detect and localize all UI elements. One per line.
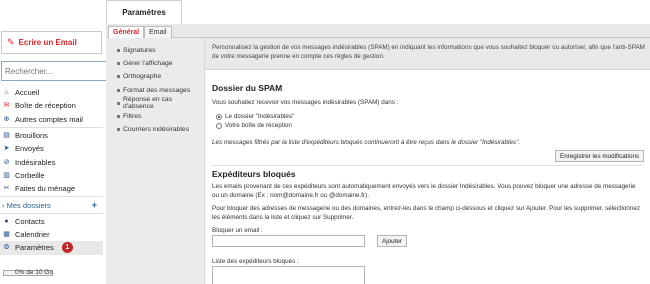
nav-item-cleanup[interactable]: ✂ Faites du ménage <box>0 182 103 195</box>
nav-item-trash[interactable]: ▥ Corbeille <box>0 169 103 182</box>
step-badge-1: 1 <box>61 242 73 254</box>
trash-icon: ▥ <box>3 171 10 179</box>
search-input[interactable] <box>1 61 115 81</box>
save-changes-button[interactable]: Enregistrer les modifications <box>555 150 645 162</box>
radio-label: Votre boîte de réception <box>225 122 292 129</box>
settings-item-autoreply[interactable]: Réponse en cas d'absence <box>106 96 204 111</box>
left-sidebar: ✎ Ecrire un Email ⌂ Accueil ✉ Boîte de r… <box>0 0 125 284</box>
settings-menu: Signatures Gérer l'affichage Orthographe… <box>106 38 204 284</box>
bullet-icon <box>117 62 120 66</box>
spam-question: Vous souhaitez recevoir vos messages ind… <box>212 99 399 106</box>
nav-item-contacts[interactable]: ● Contacts <box>0 215 103 228</box>
nav-label: Accueil <box>15 88 40 98</box>
settings-item-label: Réponse en cas d'absence <box>122 96 173 111</box>
nav-label: Brouillons <box>15 131 48 141</box>
nav-label: Paramètres <box>15 243 54 253</box>
nav-label: Envoyés <box>15 144 44 154</box>
bullet-icon <box>117 101 120 105</box>
bullet-icon <box>117 88 120 92</box>
add-circle-icon: ⊕ <box>3 115 10 123</box>
contacts-icon: ● <box>4 217 9 225</box>
nav-divider <box>0 126 103 128</box>
calendar-icon: ▦ <box>3 231 10 239</box>
nav-item-sent[interactable]: ➤ Envoyés <box>0 142 103 155</box>
nav-label: Corbeille <box>15 170 45 180</box>
main-area: Paramètres Général Email Signatures Gére… <box>106 0 650 284</box>
settings-item-filters[interactable]: Filtres <box>106 110 204 123</box>
my-folders-label: Mes dossiers <box>6 200 51 210</box>
nav-item-inbox[interactable]: ✉ Boîte de réception <box>0 99 103 112</box>
nav-item-calendar[interactable]: ▦ Calendrier <box>0 228 103 241</box>
home-icon: ⌂ <box>4 89 9 97</box>
blocked-description-1: Les emails provenant de ces expéditeurs … <box>212 183 636 199</box>
storage-quota: 0% de 10 Go <box>3 268 101 278</box>
envelope-icon: ✉ <box>3 102 10 110</box>
settings-item-display[interactable]: Gérer l'affichage <box>106 57 204 70</box>
add-button[interactable]: Ajouter <box>377 235 407 247</box>
nav-label: Indésirables <box>15 157 56 167</box>
bullet-icon <box>117 49 120 53</box>
add-folder-icon[interactable]: + <box>92 200 97 210</box>
info-banner: Personnalisez la gestion de vos messages… <box>205 38 650 70</box>
settings-item-format[interactable]: Format des messages <box>106 84 204 97</box>
radio-label: Le dossier "Indésirables" <box>225 113 295 120</box>
nav-label: Faites du ménage <box>15 184 76 194</box>
section-divider <box>212 165 642 166</box>
nav-divider <box>0 212 103 214</box>
nav-item-my-folders[interactable]: › Mes dossiers + <box>0 198 103 211</box>
settings-item-label: Gérer l'affichage <box>123 60 173 68</box>
radio-spam-folder[interactable]: Le dossier "Indésirables" <box>216 113 294 120</box>
pencil-icon: ✎ <box>7 37 15 47</box>
settings-item-label: Format des messages <box>123 86 191 94</box>
webmail-app: ✎ Ecrire un Email ⌂ Accueil ✉ Boîte de r… <box>0 0 650 284</box>
tab-general[interactable]: Général <box>108 26 145 38</box>
nav-item-other-accounts[interactable]: ⊕ Autres comptes mail <box>0 113 103 126</box>
compose-button[interactable]: ✎ Ecrire un Email <box>1 31 102 54</box>
compose-label: Ecrire un Email <box>18 38 77 47</box>
nav-item-spam[interactable]: ⊘ Indésirables <box>0 155 103 168</box>
nav-label: Autres comptes mail <box>15 114 83 124</box>
nav-item-accueil[interactable]: ⌂ Accueil <box>0 86 103 99</box>
bullet-icon <box>117 75 120 79</box>
block-email-input[interactable] <box>212 235 365 247</box>
top-bar: Paramètres <box>106 0 650 24</box>
radio-selected-icon <box>216 113 222 120</box>
nav-item-drafts[interactable]: ▤ Brouillons <box>0 129 103 142</box>
bullet-icon <box>117 115 120 119</box>
nav-divider <box>0 196 103 198</box>
settings-content: Personnalisez la gestion de vos messages… <box>204 38 650 284</box>
main-nav: ⌂ Accueil ✉ Boîte de réception ⊕ Autres … <box>0 86 103 255</box>
nav-item-settings[interactable]: ⚙ Paramètres 1 <box>0 241 103 255</box>
radio-unselected-icon <box>216 122 222 129</box>
bullet-icon <box>117 128 120 132</box>
settings-item-junk[interactable]: Courriers indésirables <box>106 123 204 136</box>
radio-inbox[interactable]: Votre boîte de réception <box>216 122 292 129</box>
spam-section-title: Dossier du SPAM <box>212 83 283 93</box>
tab-parametres[interactable]: Paramètres <box>106 0 182 24</box>
my-folders-toggle: › Mes dossiers <box>2 201 51 210</box>
filter-note: Les messages filtrés par la liste d'expé… <box>212 139 521 146</box>
chevron-right-icon: › <box>2 200 5 210</box>
nav-label: Calendrier <box>15 230 50 240</box>
blocked-senders-list[interactable] <box>212 266 365 284</box>
sub-tab-bar: Général Email <box>106 24 650 38</box>
block-icon: ⊘ <box>3 158 10 166</box>
settings-item-signatures[interactable]: Signatures <box>106 44 204 57</box>
settings-item-label: Courriers indésirables <box>123 126 190 134</box>
settings-item-label: Orthographe <box>123 73 162 81</box>
blocked-description-2: Pour bloquer des adresses de messagerie … <box>212 205 641 221</box>
tab-email[interactable]: Email <box>144 26 172 38</box>
send-icon: ➤ <box>3 145 10 153</box>
quota-text: 0% de 10 Go <box>15 269 53 277</box>
blocked-section-title: Expéditeurs bloqués <box>212 169 296 179</box>
gear-icon: ⚙ <box>3 244 10 252</box>
broom-icon: ✂ <box>3 185 10 193</box>
nav-label: Boîte de réception <box>15 101 76 111</box>
search-box <box>1 61 125 81</box>
nav-label: Contacts <box>15 216 45 226</box>
settings-item-label: Signatures <box>123 47 156 55</box>
settings-item-spelling[interactable]: Orthographe <box>106 70 204 83</box>
settings-item-label: Filtres <box>123 113 142 121</box>
document-icon: ▤ <box>3 132 10 140</box>
